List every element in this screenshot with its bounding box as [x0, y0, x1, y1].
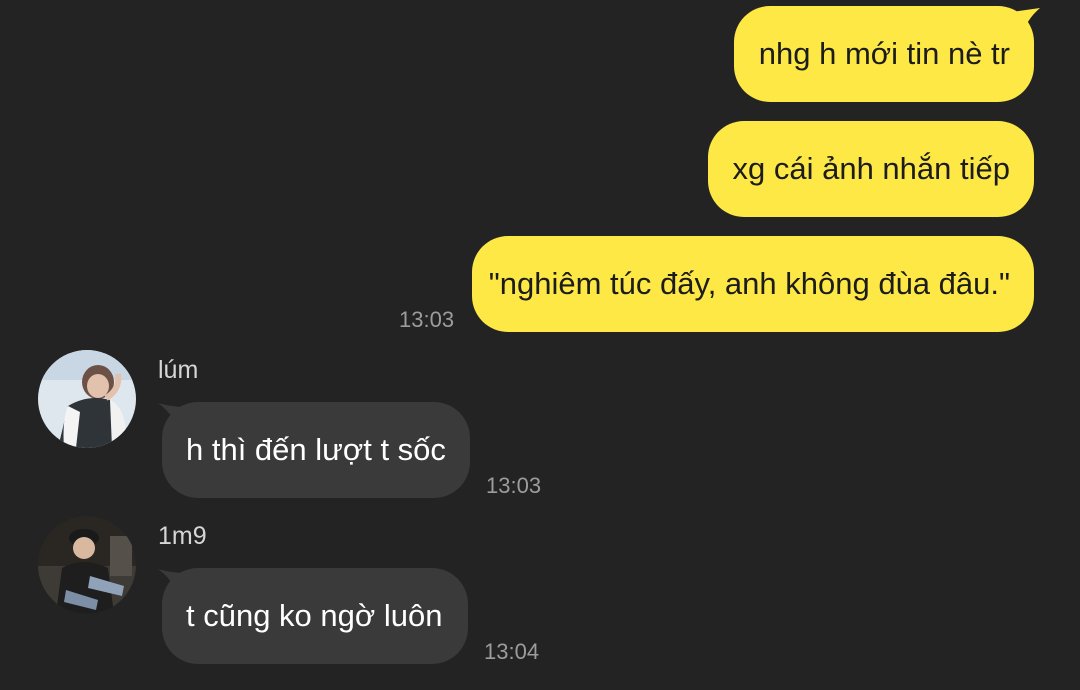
sender-name: lúm	[158, 356, 199, 384]
avatar-photo-icon	[38, 516, 136, 614]
message-timestamp: 13:03	[399, 307, 455, 332]
outgoing-message[interactable]: nhg h mới tin nè tr	[734, 6, 1034, 102]
message-timestamp: 13:04	[484, 639, 540, 664]
sender-name: 1m9	[158, 522, 207, 550]
outgoing-message[interactable]: xg cái ảnh nhắn tiếp	[708, 121, 1034, 217]
incoming-message[interactable]: t cũng ko ngờ luôn	[162, 568, 468, 664]
sender-avatar[interactable]	[38, 350, 136, 448]
message-text: "nghiêm túc đấy, anh không đùa đâu."	[488, 266, 1010, 301]
avatar-photo-icon	[38, 350, 136, 448]
sender-avatar[interactable]	[38, 516, 136, 614]
message-text: h thì đến lượt t sốc	[186, 432, 446, 467]
message-text: nhg h mới tin nè tr	[758, 36, 1010, 71]
outgoing-message[interactable]: "nghiêm túc đấy, anh không đùa đâu."	[472, 236, 1034, 332]
bubble-tail-icon	[1012, 8, 1040, 36]
message-text: xg cái ảnh nhắn tiếp	[732, 151, 1011, 186]
incoming-message[interactable]: h thì đến lượt t sốc	[162, 402, 470, 498]
message-text: t cũng ko ngờ luôn	[186, 598, 443, 633]
message-timestamp: 13:03	[486, 473, 542, 498]
